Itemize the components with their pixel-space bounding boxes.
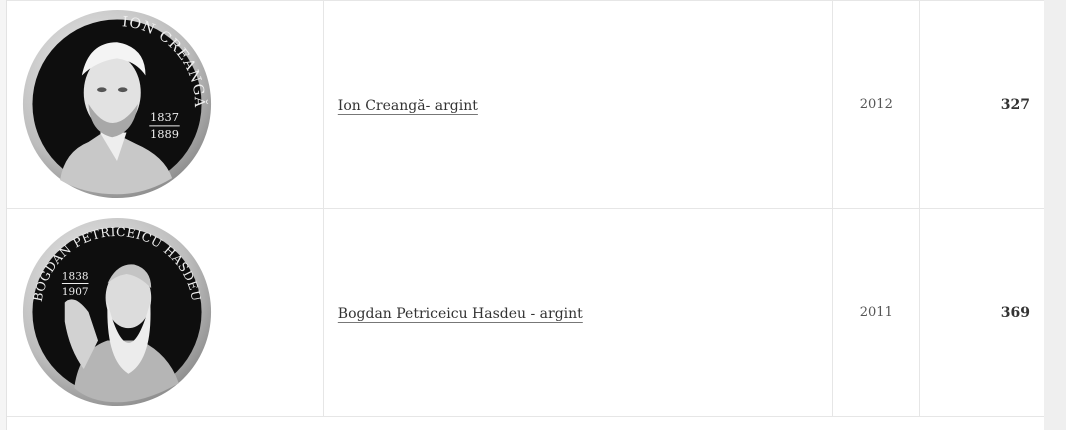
coin-name-link[interactable]: Ion Creangă- argint bbox=[338, 98, 478, 114]
table-row: BOGDAN PETRICEICU HASDEU 1838 1907 Bogda… bbox=[7, 208, 1044, 417]
coin-year: 2011 bbox=[832, 208, 921, 417]
coins-table: ION CREANGĂ 1837 1889 Ion Creangă- argin… bbox=[7, 0, 1044, 429]
coin-year-from: 1838 bbox=[62, 271, 89, 283]
coin-name-cell: Bogdan Petriceicu Hasdeu - argint bbox=[323, 208, 834, 417]
scrollbar-track[interactable] bbox=[1044, 0, 1066, 430]
coins-table-container: ION CREANGĂ 1837 1889 Ion Creangă- argin… bbox=[6, 0, 1045, 430]
coin-year: 2012 bbox=[832, 0, 921, 209]
table-row: ION CREANGĂ 1837 1889 Ion Creangă- argin… bbox=[7, 0, 1044, 209]
coin-year-to: 1907 bbox=[62, 286, 89, 298]
coin-year-from: 1837 bbox=[150, 110, 179, 124]
coin-price: 369 bbox=[919, 208, 1044, 417]
coin-name-cell: Ion Creangă- argint bbox=[323, 0, 834, 209]
coin-year-to: 1889 bbox=[150, 127, 179, 141]
coin-image-bogdan-petriceicu-hasdeu[interactable]: BOGDAN PETRICEICU HASDEU 1838 1907 bbox=[22, 217, 212, 407]
table-row-empty bbox=[7, 416, 1044, 429]
coin-image-ion-creanga[interactable]: ION CREANGĂ 1837 1889 bbox=[22, 9, 212, 199]
coin-image-cell: ION CREANGĂ 1837 1889 bbox=[7, 0, 324, 209]
coin-image-cell: BOGDAN PETRICEICU HASDEU 1838 1907 bbox=[7, 208, 324, 417]
coin-name-link[interactable]: Bogdan Petriceicu Hasdeu - argint bbox=[338, 306, 583, 322]
coin-price: 327 bbox=[919, 0, 1044, 209]
